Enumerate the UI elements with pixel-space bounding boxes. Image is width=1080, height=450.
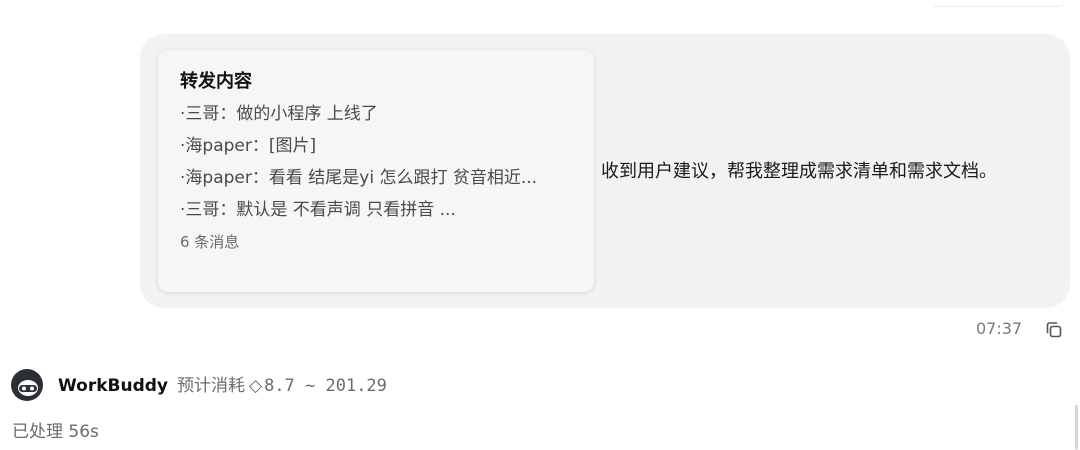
forwarded-line: ·海paper：看看 结尾是yi 怎么跟打 贫音相近...: [180, 168, 538, 188]
message-timestamp: 07:37: [976, 319, 1023, 338]
forwarded-line: ·三哥：默认是 不看声调 只看拼音 ...: [180, 200, 456, 220]
cost-estimate: 预计消耗 ◇ 8.7 ~ 201.29: [177, 375, 387, 397]
scrollbar-thumb[interactable]: [1075, 405, 1078, 450]
cost-range: 8.7 ~ 201.29: [264, 376, 387, 396]
copy-icon[interactable]: [1044, 320, 1064, 340]
forwarded-line: ·海paper：[图片]: [180, 136, 317, 156]
user-message-text: 收到用户建议，帮我整理成需求清单和需求文档。: [601, 161, 997, 182]
forwarded-count: 6 条消息: [180, 233, 240, 251]
cost-label: 预计消耗: [177, 376, 245, 396]
previous-element-edge: [930, 0, 1065, 7]
workbuddy-avatar: [10, 368, 44, 402]
chat-view: 转发内容 ·三哥：做的小程序 上线了 ·海paper：[图片] ·海paper：…: [0, 0, 1080, 450]
forwarded-line: ·三哥：做的小程序 上线了: [180, 104, 378, 124]
forwarded-messages-card[interactable]: 转发内容 ·三哥：做的小程序 上线了 ·海paper：[图片] ·海paper：…: [158, 50, 594, 292]
diamond-outline-icon: ◇: [249, 376, 263, 396]
assistant-name: WorkBuddy: [58, 376, 168, 396]
processing-status: 已处理 56s: [12, 422, 99, 442]
forwarded-title: 转发内容: [180, 71, 252, 92]
